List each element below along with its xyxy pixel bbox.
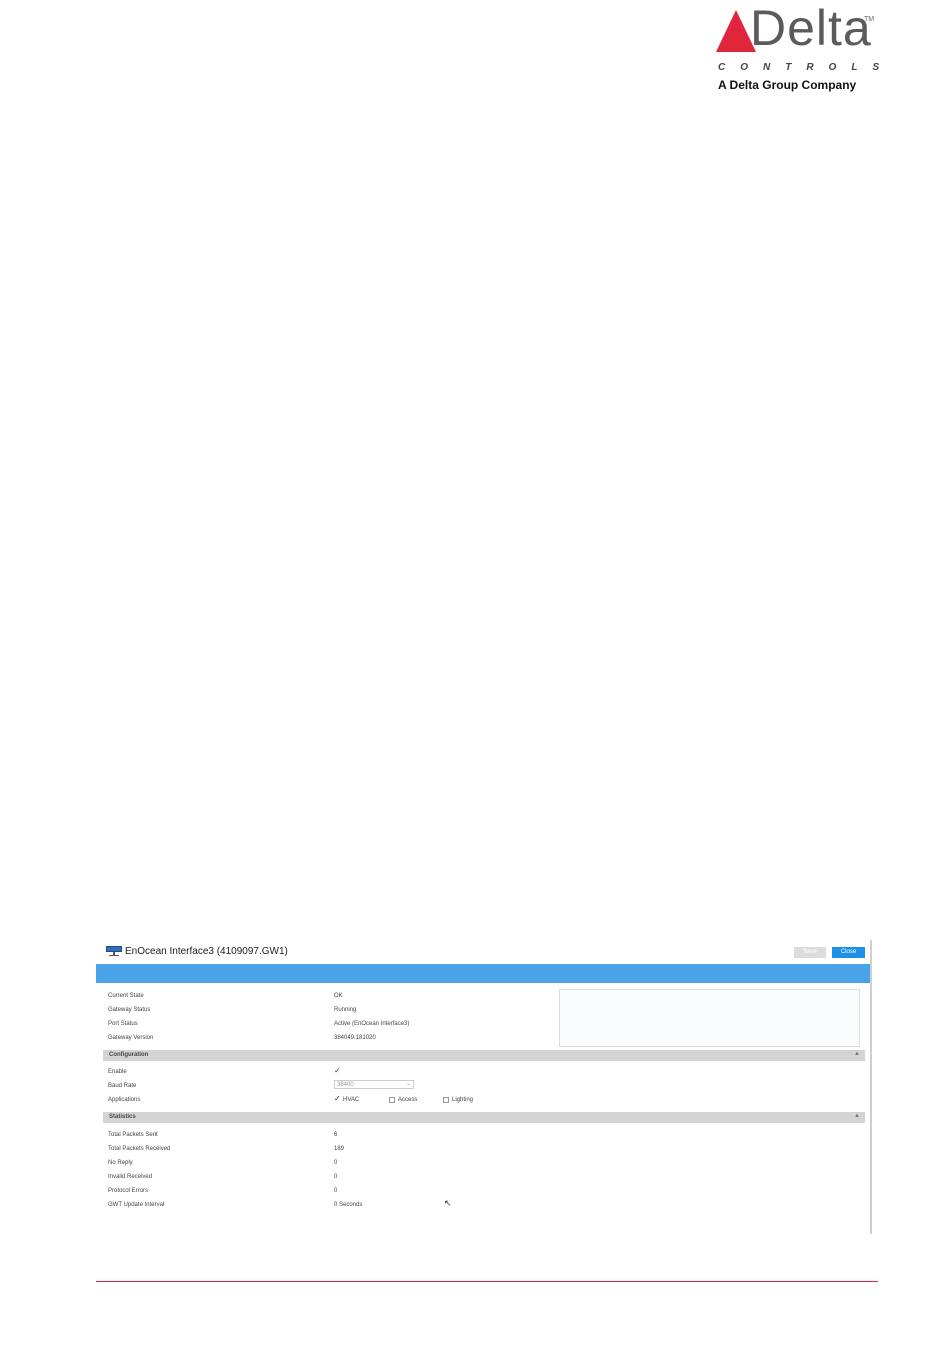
status-label-gateway-status: Gateway Status	[108, 1007, 151, 1013]
panel-scroll-edge	[870, 940, 872, 1234]
baud-rate-select[interactable]: 38400 ⌄	[334, 1080, 414, 1089]
stat-label: Invalid Received	[108, 1174, 153, 1180]
logo-controls: CONTROLS	[718, 62, 895, 73]
stat-label: GWT Update Interval	[108, 1202, 165, 1208]
stat-label: Total Packets Sent	[108, 1132, 158, 1138]
stat-value: 0	[334, 1160, 338, 1166]
status-label-gateway-version: Gateway Version	[108, 1035, 154, 1041]
configuration-header-label: Configuration	[109, 1052, 149, 1058]
statistics-header-label: Statistics	[109, 1114, 136, 1120]
delta-controls-logo: Delta TM CONTROLS A Delta Group Company	[716, 0, 879, 94]
logo-tagline: A Delta Group Company	[718, 78, 857, 92]
configuration-section-header[interactable]: Configuration ▲	[103, 1050, 865, 1061]
gateway-icon	[106, 946, 122, 957]
collapse-icon[interactable]: ▲	[854, 1051, 860, 1057]
status-value-gateway-version: 384049.181020	[334, 1035, 376, 1041]
stat-label: Total Packets Received	[108, 1146, 171, 1152]
page-title: EnOcean Interface3 (4109097.GW1)	[125, 946, 288, 957]
stat-value: 0	[334, 1174, 338, 1180]
stat-value: 0 Seconds	[334, 1202, 363, 1208]
footer-divider	[96, 1281, 878, 1282]
hvac-label: HVAC	[343, 1097, 360, 1103]
access-checkbox[interactable]	[389, 1097, 395, 1103]
enable-label: Enable	[108, 1069, 127, 1075]
logo-wordmark: Delta	[750, 0, 872, 56]
close-button[interactable]: Close	[832, 947, 865, 958]
status-value-current-state: OK	[334, 993, 343, 999]
baud-rate-label: Baud Rate	[108, 1083, 137, 1089]
hvac-checkbox[interactable]: ✓	[334, 1094, 341, 1103]
status-value-port-status: Active (EnOcean Interface3)	[334, 1021, 410, 1027]
stat-value: 6	[334, 1132, 338, 1138]
save-button[interactable]: Save	[794, 947, 826, 958]
collapse-icon[interactable]: ▲	[854, 1113, 860, 1119]
status-label-current-state: Current State	[108, 993, 144, 999]
lighting-label: Lighting	[452, 1097, 474, 1103]
chevron-down-icon: ⌄	[405, 1081, 411, 1087]
stat-label: No Reply	[108, 1160, 133, 1166]
mouse-cursor-icon: ↖	[444, 1198, 452, 1208]
statistics-section-header[interactable]: Statistics ▲	[103, 1112, 865, 1123]
baud-rate-value: 38400	[337, 1082, 354, 1088]
info-panel	[559, 989, 860, 1047]
stat-value: 0	[334, 1188, 338, 1194]
applications-label: Applications	[108, 1097, 141, 1103]
enable-checkbox[interactable]: ✓	[334, 1066, 341, 1075]
header-bar	[96, 964, 870, 983]
access-label: Access	[398, 1097, 418, 1103]
logo-trademark: TM	[864, 16, 875, 23]
status-value-gateway-status: Running	[334, 1007, 357, 1013]
title-bar: EnOcean Interface3 (4109097.GW1) Save Cl…	[96, 940, 868, 962]
stat-label: Protocol Errors	[108, 1188, 149, 1194]
lighting-checkbox[interactable]	[443, 1097, 449, 1103]
stat-value: 189	[334, 1146, 345, 1152]
gateway-screenshot: EnOcean Interface3 (4109097.GW1) Save Cl…	[96, 940, 872, 1236]
status-label-port-status: Port Status	[108, 1021, 138, 1027]
